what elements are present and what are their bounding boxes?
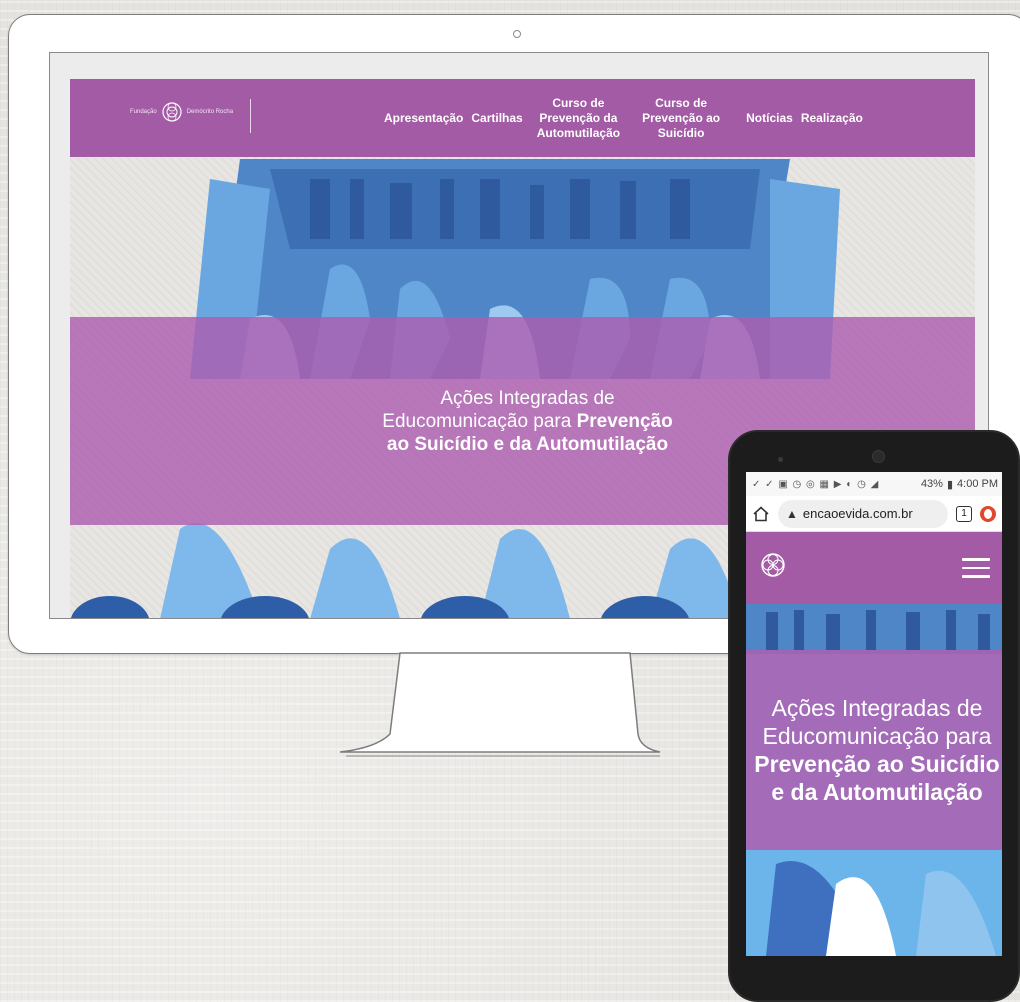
battery-level: 43% [920, 478, 943, 490]
mobile-hero: Ações Integradas de Educomunicação para … [746, 604, 1002, 956]
monitor-stand [340, 652, 661, 757]
site-logo[interactable]: Fundação Demócrito Rocha [130, 101, 233, 123]
flower-logo-icon [162, 102, 182, 122]
browser-toolbar: ▲ encaoevida.com.br 1 [746, 496, 1002, 532]
site-navbar: Fundação Demócrito Rocha Apresentação Ca… [70, 79, 975, 157]
status-bar: ✓ ✓ ▣ ◷ ◎ ▦ ▶ ◐ ◷ ◢ 43% ▮ 4:00 PM [746, 472, 1002, 496]
mobile-hero-title: Ações Integradas de Educomunicação para … [754, 695, 1000, 805]
phone-sensor [778, 457, 783, 462]
mobile-hero-banner: Ações Integradas de Educomunicação para … [746, 650, 1002, 850]
logo-name: Demócrito Rocha [186, 109, 234, 115]
monitor-camera [513, 30, 521, 38]
tabs-button[interactable]: 1 [956, 505, 972, 522]
clock: 4:00 PM [957, 478, 998, 490]
nav-noticias[interactable]: Notícias [732, 111, 797, 126]
home-icon[interactable] [752, 505, 770, 523]
url-text: encaoevida.com.br [802, 506, 913, 521]
status-icons: ✓ ✓ ▣ ◷ ◎ ▦ ▶ ◐ ◷ ◢ [752, 478, 880, 490]
nav-links: Apresentação Cartilhas Curso de Prevenção… [380, 79, 867, 157]
battery-icon: ▮ [946, 478, 954, 491]
warning-icon: ▲ [786, 506, 798, 521]
nav-curso-automutilacao[interactable]: Curso de Prevenção da Automutilação [527, 96, 630, 141]
browser-menu-icon[interactable] [980, 505, 996, 522]
address-bar[interactable]: ▲ encaoevida.com.br [778, 499, 948, 528]
nav-apresentacao[interactable]: Apresentação [380, 111, 467, 126]
logo-prefix: Fundação [130, 109, 157, 115]
hero-title: Ações Integradas de Educomunicação para … [382, 387, 673, 455]
nav-curso-suicidio[interactable]: Curso de Prevenção ao Suicídio [630, 96, 732, 141]
mobile-navbar [746, 532, 1002, 604]
logo-divider [250, 99, 251, 133]
flower-logo-icon[interactable] [760, 552, 786, 578]
nav-cartilhas[interactable]: Cartilhas [467, 111, 526, 126]
hamburger-menu-icon[interactable] [962, 558, 990, 578]
phone-screen: ✓ ✓ ▣ ◷ ◎ ▦ ▶ ◐ ◷ ◢ 43% ▮ 4:00 PM ▲ enca… [746, 472, 1002, 956]
phone-front-camera [872, 450, 885, 463]
nav-realizacao[interactable]: Realização [797, 111, 867, 126]
smartphone: ✓ ✓ ▣ ◷ ◎ ▦ ▶ ◐ ◷ ◢ 43% ▮ 4:00 PM ▲ enca… [728, 430, 1020, 1002]
